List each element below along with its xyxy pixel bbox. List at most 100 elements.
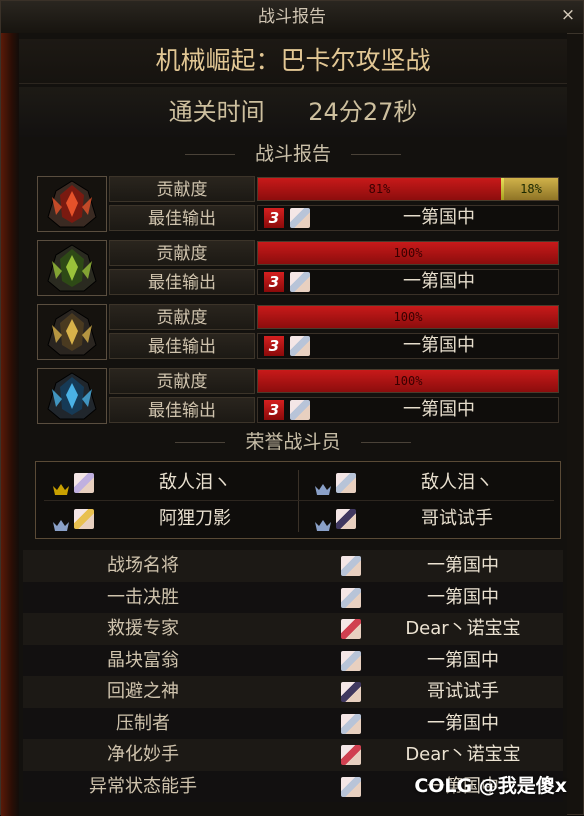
award-winner-name: Dear丶诺宝宝 (405, 744, 521, 765)
report-panel: 机械崛起：巴卡尔攻坚战 通关时间 24分27秒 战斗报告 贡献度 最佳输出 81% 1… (19, 33, 567, 816)
award-title: 救援专家 (107, 618, 179, 639)
award-row: 回避之神 哥试试手 (23, 676, 563, 708)
honor-entry[interactable]: 敌人泪ヽ (40, 468, 298, 498)
best-output: 3 一第国中 (257, 333, 559, 359)
award-title: 回避之神 (107, 681, 179, 702)
honor-header: 荣誉战斗员 (19, 429, 567, 455)
background-edge (1, 33, 19, 816)
battle-report-window: 战斗报告 × 机械崛起：巴卡尔攻坚战 通关时间 24分27秒 战斗报告 贡献度最… (0, 0, 584, 816)
contribution-value: 81% (368, 182, 391, 196)
character-portrait-icon (74, 509, 94, 529)
player-stats: 贡献度 最佳输出 100% 3 一第国中 (109, 240, 559, 296)
player-stats: 贡献度最佳输出 100% 3 一第国中 (109, 368, 559, 424)
player-card: 贡献度 最佳输出 100% 3 一第国中 (37, 240, 559, 298)
player-stats: 贡献度 最佳输出 100% 3 一第国中 (109, 304, 559, 360)
clear-time-label: 通关时间 (168, 98, 265, 126)
ornament-left (175, 442, 226, 443)
player-card: 贡献度最佳输出81%1%18% 3 一第国中 (37, 176, 559, 234)
best-output: 3 一第国中 (257, 269, 559, 295)
crown-icon (314, 476, 332, 495)
player-card: 贡献度最佳输出 100% 3 一第国中 (37, 368, 559, 426)
character-portrait-icon (341, 556, 361, 576)
award-title: 压制者 (116, 712, 170, 734)
contribution-bar: 100% (257, 241, 559, 265)
character-portrait-icon (290, 336, 310, 356)
ornament-left (184, 154, 235, 155)
character-portrait-icon (341, 713, 361, 734)
character-portrait-icon (341, 587, 361, 608)
award-title: 净化妙手 (107, 744, 179, 765)
award-winner-name: 一第国中 (427, 555, 499, 576)
window-titlebar[interactable]: 战斗报告 × (1, 1, 583, 34)
dungeon-name: 机械崛起：巴卡尔攻坚战 (19, 39, 567, 84)
honor-entry[interactable]: 哥试试手 (302, 504, 560, 534)
contribution-bar: 100% (257, 305, 559, 329)
character-portrait-icon (336, 509, 356, 529)
award-title: 异常状态能手 (89, 775, 197, 797)
best-output: 3 一第国中 (257, 205, 559, 231)
award-row: 救援专家 Dear丶诺宝宝 (23, 613, 563, 645)
battle-report-header: 战斗报告 (19, 141, 567, 167)
character-portrait-icon (341, 682, 361, 702)
contribution-segment-value: 18% (520, 182, 542, 196)
watermark: COLG @我是傻x (414, 775, 567, 797)
contribution-label: 贡献度 (109, 368, 255, 394)
best-output-name: 一第国中 (403, 399, 475, 420)
award-table: 战场名将 一第国中 一击决胜 一第国中 救援专家 Dear丶诺宝宝 晶块富翁 一第国中 回避之神… (23, 550, 563, 802)
best-output-label: 最佳输出 (109, 205, 255, 231)
character-portrait-icon (341, 619, 361, 639)
blue-mech-icon (37, 368, 107, 424)
contribution-value: 100% (393, 374, 423, 388)
honor-panel: 敌人泪ヽ 敌人泪ヽ阿狸刀影 哥试试手 (35, 461, 561, 539)
contribution-label: 贡献度 (109, 304, 255, 330)
award-winner-name: Dear丶诺宝宝 (405, 618, 521, 639)
window-title: 战斗报告 (258, 7, 326, 27)
character-portrait-icon (341, 776, 361, 797)
honor-name: 敌人泪ヽ (421, 472, 493, 493)
award-row: 晶块富翁 一第国中 (23, 644, 563, 676)
award-row: 一击决胜 一第国中 (23, 581, 563, 613)
award-row: 净化妙手 Dear丶诺宝宝 (23, 739, 563, 771)
best-output-name: 一第国中 (403, 207, 475, 228)
green-mech-icon (37, 240, 107, 296)
contribution-value: 100% (393, 310, 423, 324)
honor-entry[interactable]: 敌人泪ヽ (302, 468, 560, 498)
ornament-right (360, 442, 411, 443)
close-icon[interactable]: × (559, 7, 577, 25)
award-title: 晶块富翁 (107, 649, 179, 671)
character-portrait-icon (290, 208, 310, 228)
contribution-value: 100% (393, 246, 423, 260)
character-portrait-icon (336, 473, 356, 493)
clear-time-row: 通关时间 24分27秒 (19, 87, 567, 137)
honor-name: 敌人泪ヽ (159, 472, 231, 493)
contribution-label: 贡献度 (109, 176, 255, 202)
honor-title: 荣誉战斗员 (245, 431, 341, 453)
character-portrait-icon (341, 745, 361, 765)
contribution-label: 贡献度 (109, 240, 255, 266)
crown-icon (52, 512, 70, 531)
rank-badge-icon: 3 (264, 272, 284, 292)
rank-badge-icon: 3 (264, 208, 284, 228)
honor-name: 阿狸刀影 (159, 508, 231, 529)
best-output: 3 一第国中 (257, 397, 559, 423)
best-output-name: 一第国中 (403, 271, 475, 292)
character-portrait-icon (341, 650, 361, 671)
award-winner-name: 一第国中 (427, 649, 499, 671)
contribution-bar: 81%1%18% (257, 177, 559, 201)
honor-name: 哥试试手 (421, 508, 493, 529)
player-stats: 贡献度最佳输出81%1%18% 3 一第国中 (109, 176, 559, 232)
award-title: 战场名将 (107, 555, 179, 576)
rank-badge-icon: 3 (264, 400, 284, 420)
best-output-label: 最佳输出 (109, 397, 255, 423)
character-portrait-icon (74, 473, 94, 493)
character-portrait-icon (290, 272, 310, 292)
character-portrait-icon (290, 400, 310, 420)
best-output-name: 一第国中 (403, 335, 475, 356)
award-title: 一击决胜 (107, 586, 179, 608)
honor-divider (44, 500, 554, 501)
crown-icon (314, 512, 332, 531)
player-card: 贡献度 最佳输出 100% 3 一第国中 (37, 304, 559, 362)
award-winner-name: 一第国中 (427, 586, 499, 608)
honor-entry[interactable]: 阿狸刀影 (40, 504, 298, 534)
honor-divider (298, 470, 299, 532)
